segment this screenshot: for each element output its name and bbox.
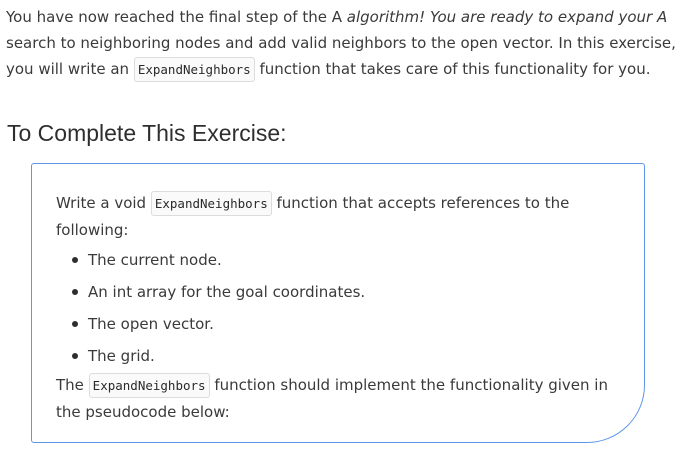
exercise-content: Write a void ExpandNeighbors function th… xyxy=(56,190,616,426)
inline-code-expandneighbors: ExpandNeighbors xyxy=(133,57,255,82)
list-item-text: The grid. xyxy=(88,347,155,365)
list-item: An int array for the goal coordinates. xyxy=(56,276,616,308)
intro-text-italic: algorithm! You are ready to expand your … xyxy=(346,8,668,26)
list-item-text: An int array for the goal coordinates. xyxy=(88,283,366,301)
bullet-dot xyxy=(72,289,78,295)
section-heading: To Complete This Exercise: xyxy=(7,120,287,146)
parameter-list: The current node. An int array for the g… xyxy=(56,244,616,372)
exercise-closing-line: The ExpandNeighbors function should impl… xyxy=(56,372,616,426)
list-item: The open vector. xyxy=(56,308,616,340)
list-item: The current node. xyxy=(56,244,616,276)
list-item-text: The current node. xyxy=(88,251,222,269)
list-item-text: The open vector. xyxy=(88,315,214,333)
bullet-dot xyxy=(72,321,78,327)
exercise-box: Write a void ExpandNeighbors function th… xyxy=(31,163,645,443)
exercise-intro-line: Write a void ExpandNeighbors function th… xyxy=(56,190,616,244)
inline-code-expandneighbors: ExpandNeighbors xyxy=(150,191,272,216)
exercise-text-1: Write a void xyxy=(56,194,151,212)
intro-text-3: function that takes care of this functio… xyxy=(254,60,651,78)
inline-code-expandneighbors: ExpandNeighbors xyxy=(88,373,210,398)
bullet-dot xyxy=(72,353,78,359)
intro-text-1: You have now reached the final step of t… xyxy=(6,8,347,26)
list-item: The grid. xyxy=(56,340,616,372)
bullet-dot xyxy=(72,257,78,263)
exercise-text-3: The xyxy=(56,376,89,394)
intro-paragraph: You have now reached the final step of t… xyxy=(6,4,682,83)
